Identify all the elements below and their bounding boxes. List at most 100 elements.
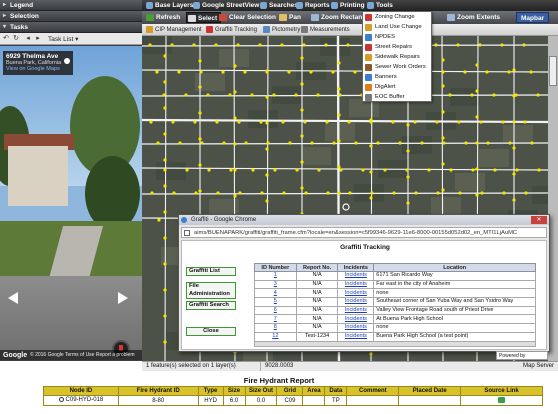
hydrant-point[interactable] xyxy=(337,139,341,143)
hydrant-point[interactable] xyxy=(501,120,505,124)
hydrant-point[interactable] xyxy=(300,56,304,60)
hydrant-point[interactable] xyxy=(250,93,254,97)
hydrant-point[interactable] xyxy=(406,149,410,153)
hydrant-point[interactable] xyxy=(300,108,304,112)
hydrant-point[interactable] xyxy=(512,94,516,98)
hydrant-point[interactable] xyxy=(192,43,196,47)
hydrant-point[interactable] xyxy=(288,141,292,145)
street-arrow-right-icon[interactable] xyxy=(118,292,128,304)
incidents-link[interactable]: Incidents xyxy=(337,331,375,342)
dialog-horizontal-scrollbar[interactable] xyxy=(254,341,536,347)
street-arrow-left-icon[interactable] xyxy=(8,292,18,304)
hydrant-point[interactable] xyxy=(391,120,395,124)
hydrant-point[interactable] xyxy=(163,288,167,292)
incidents-link[interactable]: Incidents xyxy=(337,323,375,333)
column-header[interactable]: Report No. xyxy=(295,263,339,272)
hydrant-point[interactable] xyxy=(441,58,445,62)
hydrant-point[interactable] xyxy=(233,116,237,120)
hydrant-point[interactable] xyxy=(508,141,512,145)
table-row[interactable]: 5 N/A Incidents Southeast corner of San Yub… xyxy=(254,297,536,307)
hydrant-point[interactable] xyxy=(449,168,453,172)
hydrant-point[interactable] xyxy=(347,120,351,124)
dialog-close-icon[interactable]: ✕ xyxy=(531,216,547,224)
refresh-button[interactable]: Refresh xyxy=(145,12,180,23)
hydrant-point[interactable] xyxy=(480,191,484,195)
hydrant-point[interactable] xyxy=(441,70,445,74)
pictometry-button[interactable]: Pictometry xyxy=(262,25,300,35)
menu-printing[interactable]: Printing xyxy=(330,0,365,11)
hydrant-point[interactable] xyxy=(300,134,304,138)
dialog-titlebar[interactable]: Graffiti - Google Chrome xyxy=(179,215,549,225)
incidents-link[interactable]: Incidents xyxy=(337,288,375,299)
hydrant-point[interactable] xyxy=(331,70,335,74)
hydrant-point[interactable] xyxy=(434,43,438,47)
hydrant-point[interactable] xyxy=(448,93,452,97)
tasks-header[interactable]: Tasks xyxy=(0,22,142,33)
back-icon[interactable]: ↶ xyxy=(2,35,10,43)
hydrant-point[interactable] xyxy=(442,141,446,145)
hydrant-point[interactable] xyxy=(200,141,204,145)
hydrant-point[interactable] xyxy=(346,43,350,47)
hydrant-point[interactable] xyxy=(233,64,237,68)
column-header[interactable]: ID Number xyxy=(254,263,297,272)
hydrant-point[interactable] xyxy=(339,168,343,172)
incidents-link[interactable]: Incidents xyxy=(337,297,375,307)
hydrant-point[interactable] xyxy=(303,120,307,124)
hydrant-point[interactable] xyxy=(463,70,467,74)
zoom-extents-button[interactable]: Zoom Extents xyxy=(446,12,500,23)
legend-header[interactable]: Legend xyxy=(0,0,142,11)
table-row[interactable]: 7 N/A Incidents At Buena Park High School xyxy=(254,314,536,325)
cip-management-button[interactable]: CIP Management xyxy=(145,25,202,35)
hydrant-point[interactable] xyxy=(512,146,516,150)
pan-button[interactable]: Pan xyxy=(278,12,301,23)
menu-base-layers[interactable]: Base Layers xyxy=(145,0,193,11)
id-cell[interactable]: 6 xyxy=(254,305,297,316)
hydrant-point[interactable] xyxy=(524,191,528,195)
hydrant-point[interactable] xyxy=(163,54,167,58)
street-view-panel[interactable]: 6929 Thelma Ave Buena Park, California V… xyxy=(0,46,142,360)
hydrant-point[interactable] xyxy=(512,68,516,72)
menu-tools[interactable]: Tools xyxy=(366,0,393,11)
hydrant-point[interactable] xyxy=(457,120,461,124)
hydrant-point[interactable] xyxy=(198,189,202,193)
hydrant-point[interactable] xyxy=(361,168,365,172)
mapbar-button[interactable]: Mapbar xyxy=(516,12,550,23)
hydrant-point[interactable] xyxy=(475,141,479,145)
hydrant-point[interactable] xyxy=(369,170,373,174)
location-pin-icon[interactable] xyxy=(64,58,70,64)
hydrant-point[interactable] xyxy=(148,43,152,47)
id-cell[interactable]: 12 xyxy=(254,331,297,342)
hydrant-point[interactable] xyxy=(198,85,202,89)
menu-streetview[interactable]: Google StreetView xyxy=(192,0,259,11)
close-button[interactable]: Close xyxy=(186,327,236,336)
hydrant-point[interactable] xyxy=(259,120,263,124)
hydrant-point[interactable] xyxy=(475,63,479,67)
tools-item-digalert[interactable]: DigAlert xyxy=(363,83,431,92)
hydrant-point[interactable] xyxy=(260,191,264,195)
dialog-url-bar[interactable]: aims/BUENAPARK/graffiti/graffiti_frame.c… xyxy=(181,227,547,238)
hydrant-point[interactable] xyxy=(214,43,218,47)
source-link-icon[interactable] xyxy=(498,396,506,403)
hydrant-point[interactable] xyxy=(529,70,533,74)
hydrant-point[interactable] xyxy=(222,141,226,145)
hydrant-point[interactable] xyxy=(406,201,410,205)
hydrant-point[interactable] xyxy=(233,168,237,172)
hydrant-point[interactable] xyxy=(502,191,506,195)
hydrant-point[interactable] xyxy=(353,70,357,74)
hydrant-point[interactable] xyxy=(178,141,182,145)
hydrant-point[interactable] xyxy=(515,168,519,172)
incidents-link[interactable]: Incidents xyxy=(337,271,375,281)
hydrant-point[interactable] xyxy=(287,70,291,74)
hydrant-point[interactable] xyxy=(392,191,396,195)
hydrant-point[interactable] xyxy=(281,120,285,124)
hydrant-point[interactable] xyxy=(163,262,167,266)
hydrant-point[interactable] xyxy=(280,43,284,47)
hydrant-point[interactable] xyxy=(156,141,160,145)
hydrant-point[interactable] xyxy=(163,80,167,84)
hydrant-point[interactable] xyxy=(500,43,504,47)
hydrant-point[interactable] xyxy=(475,193,479,197)
hydrant-point[interactable] xyxy=(172,191,176,195)
tools-item-street-repairs[interactable]: Street Repairs xyxy=(363,43,431,52)
hydrant-point[interactable] xyxy=(273,168,277,172)
hydrant-point[interactable] xyxy=(317,168,321,172)
